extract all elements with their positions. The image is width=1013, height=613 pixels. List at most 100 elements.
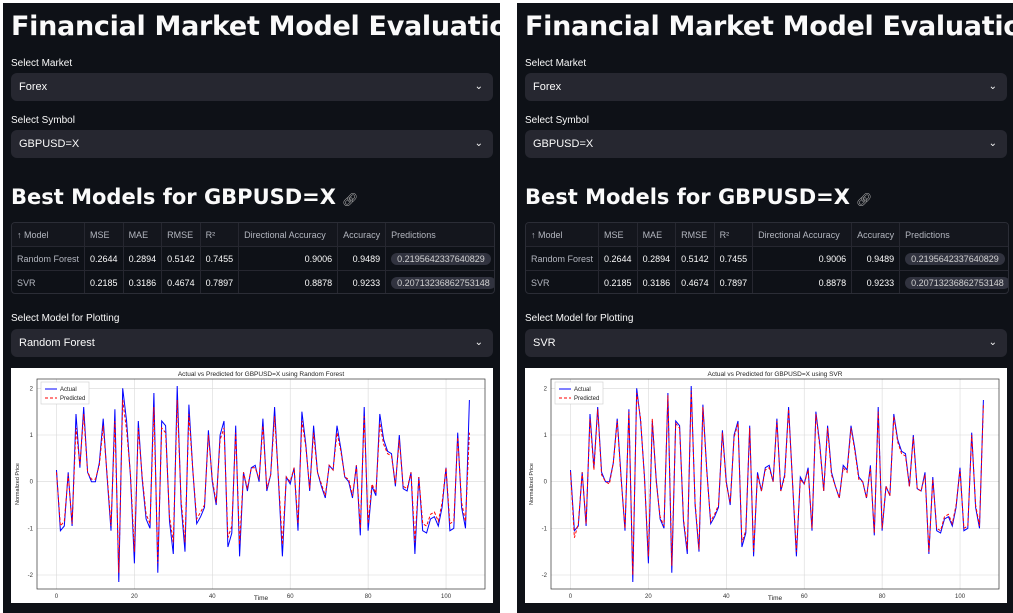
chart-title: Actual vs Predicted for GBPUSD=X using R… bbox=[178, 371, 345, 378]
chart-svg: 0 20 40 60 80 100 -2 -1 0 1 2 Actual vs Predicted f… bbox=[529, 371, 1000, 602]
chart-title: Actual vs Predicted for GBPUSD=X using S… bbox=[708, 371, 843, 378]
market-select[interactable]: Forex ⌄ bbox=[525, 73, 1007, 101]
column-header[interactable]: Predictions bbox=[899, 223, 1008, 247]
page-title: Financial Market Model Evaluation bbox=[11, 11, 500, 42]
metric-cell: 0.2894 bbox=[123, 246, 163, 271]
series-line-predicted bbox=[570, 390, 984, 576]
metric-cell: 0.4674 bbox=[675, 270, 715, 293]
link-icon[interactable]: 🔗︎ bbox=[342, 193, 359, 208]
predictions-cell: 0.2195642337640829 bbox=[385, 246, 494, 271]
column-header[interactable]: MSE bbox=[598, 223, 638, 247]
plot-model-select[interactable]: Random Forest ⌄ bbox=[11, 329, 493, 357]
model-name-cell: Random Forest bbox=[12, 246, 86, 271]
column-header[interactable]: ↑ Model bbox=[526, 223, 600, 247]
y-tick-label: -1 bbox=[542, 526, 548, 532]
table-row[interactable]: SVR 0.2185 0.3186 0.4674 0.7897 0.8878 0.9233 0… bbox=[12, 270, 494, 293]
y-tick-label: -2 bbox=[28, 573, 34, 579]
metric-cell: 0.9233 bbox=[851, 270, 901, 293]
column-header[interactable]: Accuracy bbox=[851, 223, 901, 247]
x-tick-label: 100 bbox=[441, 594, 452, 600]
market-select[interactable]: Forex ⌄ bbox=[11, 73, 493, 101]
chevron-down-icon: ⌄ bbox=[988, 138, 997, 149]
plot-frame bbox=[550, 378, 1000, 590]
x-tick-label: 40 bbox=[209, 594, 216, 600]
metric-cell: 0.9489 bbox=[337, 246, 387, 271]
x-tick-label: 60 bbox=[801, 594, 808, 600]
prediction-chart: 0 20 40 60 80 100 -2 -1 0 1 2 Actual vs Predicted f… bbox=[11, 368, 493, 603]
column-header[interactable]: Accuracy bbox=[337, 223, 387, 247]
y-axis-label: Normalized Price bbox=[15, 463, 21, 505]
app-pane-left: Financial Market Model Evaluation Select… bbox=[3, 3, 500, 613]
symbol-select-value: GBPUSD=X bbox=[19, 138, 80, 150]
metric-cell: 0.7897 bbox=[714, 270, 754, 293]
best-models-heading-text: Best Models for GBPUSD=X bbox=[525, 185, 850, 209]
metric-cell: 0.3186 bbox=[637, 270, 677, 293]
metric-cell: 0.9006 bbox=[238, 246, 339, 271]
best-models-heading: Best Models for GBPUSD=X 🔗︎ bbox=[11, 185, 358, 209]
models-table[interactable]: ↑ Model MSE MAE RMSE R² Directional Accuracy A… bbox=[11, 222, 495, 294]
plot-model-select-value: SVR bbox=[533, 337, 556, 349]
column-header[interactable]: Directional Accuracy bbox=[238, 223, 339, 247]
table-row[interactable]: Random Forest 0.2644 0.2894 0.5142 0.7455 0.9… bbox=[526, 246, 1008, 271]
link-icon[interactable]: 🔗︎ bbox=[856, 193, 873, 208]
column-header[interactable]: Predictions bbox=[385, 223, 494, 247]
column-header[interactable]: R² bbox=[714, 223, 754, 247]
column-header[interactable]: RMSE bbox=[675, 223, 715, 247]
table-row[interactable]: SVR 0.2185 0.3186 0.4674 0.7897 0.8878 0.9233 0… bbox=[526, 270, 1008, 293]
predictions-cell: 0.2195642337640829 bbox=[899, 246, 1008, 271]
market-select-value: Forex bbox=[19, 81, 48, 93]
symbol-select[interactable]: GBPUSD=X ⌄ bbox=[11, 130, 493, 158]
column-header[interactable]: R² bbox=[200, 223, 240, 247]
x-tick-label: 0 bbox=[569, 594, 573, 600]
column-header[interactable]: MAE bbox=[123, 223, 163, 247]
market-select-label: Select Market bbox=[11, 58, 73, 69]
symbol-select-value: GBPUSD=X bbox=[533, 138, 594, 150]
chevron-down-icon: ⌄ bbox=[988, 81, 997, 92]
metric-cell: 0.2185 bbox=[598, 270, 638, 293]
metric-cell: 0.9233 bbox=[337, 270, 387, 293]
plot-model-select[interactable]: SVR ⌄ bbox=[525, 329, 1007, 357]
table-header-row: ↑ Model MSE MAE RMSE R² Directional Accuracy A… bbox=[12, 223, 494, 247]
y-tick-label: -2 bbox=[542, 573, 548, 579]
y-tick-label: 0 bbox=[544, 480, 548, 486]
x-tick-label: 60 bbox=[287, 594, 294, 600]
chevron-down-icon: ⌄ bbox=[474, 138, 483, 149]
prediction-value-pill: 0.2195642337640829 bbox=[391, 252, 491, 265]
best-models-heading-text: Best Models for GBPUSD=X bbox=[11, 185, 336, 209]
app-pane-right: Financial Market Model Evaluation Select… bbox=[517, 3, 1013, 613]
market-select-label: Select Market bbox=[525, 58, 587, 69]
models-table[interactable]: ↑ Model MSE MAE RMSE R² Directional Accuracy A… bbox=[525, 222, 1009, 294]
column-header[interactable]: Directional Accuracy bbox=[752, 223, 853, 247]
metric-cell: 0.8878 bbox=[752, 270, 853, 293]
x-tick-label: 80 bbox=[879, 594, 886, 600]
y-tick-label: -1 bbox=[28, 526, 34, 532]
page-title: Financial Market Model Evaluation bbox=[525, 11, 1013, 42]
column-header[interactable]: MAE bbox=[637, 223, 677, 247]
chevron-down-icon: ⌄ bbox=[474, 81, 483, 92]
legend-label: Predicted bbox=[574, 396, 599, 402]
column-header[interactable]: RMSE bbox=[161, 223, 201, 247]
table-row[interactable]: Random Forest 0.2644 0.2894 0.5142 0.7455 0.9… bbox=[12, 246, 494, 271]
symbol-select-label: Select Symbol bbox=[11, 115, 75, 126]
y-tick-label: 2 bbox=[544, 386, 548, 392]
prediction-value-pill: 0.20713236862753148 bbox=[905, 276, 1008, 289]
metric-cell: 0.7455 bbox=[714, 246, 754, 271]
x-tick-label: 40 bbox=[723, 594, 730, 600]
chart-legend: Actual Predicted bbox=[554, 381, 604, 405]
legend-label: Predicted bbox=[60, 396, 85, 402]
x-tick-label: 100 bbox=[955, 594, 966, 600]
legend-label: Actual bbox=[574, 387, 591, 393]
plot-frame bbox=[36, 378, 486, 590]
predictions-cell: 0.20713236862753148 bbox=[385, 270, 494, 293]
symbol-select[interactable]: GBPUSD=X ⌄ bbox=[525, 130, 1007, 158]
prediction-value-pill: 0.2195642337640829 bbox=[905, 252, 1005, 265]
metric-cell: 0.8878 bbox=[238, 270, 339, 293]
plot-model-select-label: Select Model for Plotting bbox=[525, 313, 634, 324]
x-tick-label: 20 bbox=[131, 594, 138, 600]
y-tick-label: 2 bbox=[30, 386, 34, 392]
metric-cell: 0.2644 bbox=[84, 246, 124, 271]
chart-svg: 0 20 40 60 80 100 -2 -1 0 1 2 Actual vs Predicted f… bbox=[15, 371, 486, 602]
column-header[interactable]: MSE bbox=[84, 223, 124, 247]
metric-cell: 0.7897 bbox=[200, 270, 240, 293]
column-header[interactable]: ↑ Model bbox=[12, 223, 86, 247]
